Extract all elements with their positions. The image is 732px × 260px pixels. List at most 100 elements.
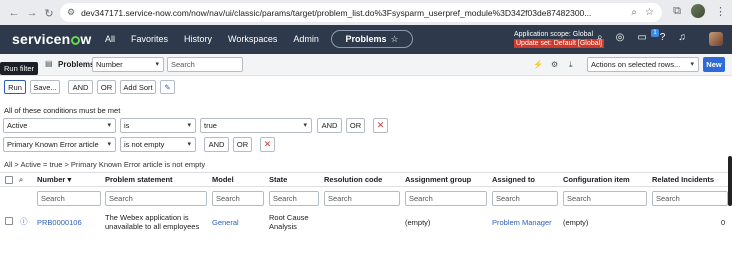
- column-problem-statement[interactable]: Problem statement: [105, 175, 173, 184]
- row-model-link[interactable]: General: [212, 218, 239, 227]
- menu-history[interactable]: History: [184, 34, 212, 44]
- list-chat-icon[interactable]: ▤: [45, 59, 53, 68]
- column-model[interactable]: Model: [212, 175, 234, 184]
- condition-1-or-button[interactable]: OR: [346, 118, 365, 133]
- add-sort-button[interactable]: Add Sort: [120, 80, 156, 94]
- pin-icon[interactable]: ✎: [160, 80, 175, 94]
- column-number[interactable]: Number ▾: [37, 175, 71, 184]
- run-button[interactable]: Run: [4, 80, 26, 94]
- search-state-input[interactable]: Search: [269, 191, 319, 206]
- condition-2-or-button[interactable]: OR: [233, 137, 252, 152]
- search-related-incidents-input[interactable]: Search: [652, 191, 728, 206]
- zoom-icon[interactable]: ⌕: [631, 7, 637, 18]
- and-button[interactable]: AND: [68, 80, 93, 94]
- page-scrollbar[interactable]: [728, 156, 732, 206]
- menu-workspaces[interactable]: Workspaces: [228, 34, 277, 44]
- chevron-down-icon: ▾: [690, 61, 694, 68]
- condition-1-operator[interactable]: is ▾: [120, 118, 196, 133]
- filter-funnel-icon[interactable]: ⚡: [533, 60, 543, 69]
- extensions-icon[interactable]: ⧉: [673, 5, 681, 18]
- menu-all[interactable]: All: [105, 34, 115, 44]
- menu-admin[interactable]: Admin: [293, 34, 319, 44]
- scope-line: Application scope: Global: [514, 31, 593, 38]
- search-field-select[interactable]: Number ▾: [92, 57, 164, 72]
- search-model-input[interactable]: Search: [212, 191, 264, 206]
- list-search-input[interactable]: Search: [167, 57, 243, 72]
- scope-info[interactable]: Application scope: Global Update set: De…: [514, 30, 604, 48]
- user-avatar[interactable]: [709, 32, 723, 46]
- condition-1-value-text: true: [204, 121, 217, 130]
- bell-icon[interactable]: ♫: [678, 32, 686, 43]
- save-button[interactable]: Save...: [30, 80, 60, 94]
- column-assignment-group[interactable]: Assignment group: [405, 175, 471, 184]
- column-resolution-code[interactable]: Resolution code: [324, 175, 382, 184]
- download-icon[interactable]: ⤓: [569, 60, 573, 70]
- or-button[interactable]: OR: [97, 80, 116, 94]
- address-bar[interactable]: ⚙ dev347171.service-now.com/now/nav/ui/c…: [60, 3, 662, 22]
- bookmark-star-icon[interactable]: ☆: [645, 7, 654, 18]
- search-icon[interactable]: ⌕: [597, 32, 603, 43]
- search-field-value: Number: [96, 60, 123, 69]
- header-icons: ⌕ ◎ ▭ ? ♫: [597, 32, 686, 43]
- select-all-checkbox[interactable]: [5, 176, 13, 184]
- row-info-icon[interactable]: ⓘ: [20, 217, 28, 226]
- search-assigned-to-input[interactable]: Search: [492, 191, 558, 206]
- search-resolution-input[interactable]: Search: [324, 191, 400, 206]
- search-number-input[interactable]: Search: [37, 191, 101, 206]
- condition-1-and-button[interactable]: AND: [317, 118, 342, 133]
- condition-1-remove-icon[interactable]: ✕: [373, 118, 388, 133]
- site-info-icon[interactable]: ⚙: [67, 7, 75, 18]
- notification-badge: 1: [651, 29, 659, 37]
- back-arrow-icon[interactable]: ←: [6, 5, 22, 21]
- list-title: Problems: [58, 60, 95, 69]
- actions-select[interactable]: Actions on selected rows... ▾: [587, 57, 699, 72]
- kebab-menu-icon[interactable]: ⋮: [715, 5, 726, 18]
- statement-line-1: The Webex application is: [105, 213, 189, 222]
- context-pill-label: Problems: [345, 34, 387, 44]
- help-icon[interactable]: ?: [660, 32, 666, 43]
- column-assigned-to[interactable]: Assigned to: [492, 175, 535, 184]
- reload-icon[interactable]: ↻: [41, 5, 57, 21]
- run-filter-tooltip: Run filter: [0, 62, 39, 75]
- condition-1-field[interactable]: Active ▾: [3, 118, 116, 133]
- star-icon[interactable]: ☆: [390, 34, 398, 45]
- row-assigned-to-link[interactable]: Problem Manager: [492, 218, 552, 227]
- globe-icon[interactable]: ◎: [616, 32, 625, 43]
- condition-2-and-button[interactable]: AND: [204, 137, 229, 152]
- chevron-down-icon: ▾: [303, 122, 307, 129]
- new-button[interactable]: New: [703, 57, 725, 72]
- column-configuration-item[interactable]: Configuration item: [563, 175, 630, 184]
- condition-1-value[interactable]: true ▾: [200, 118, 312, 133]
- column-related-incidents[interactable]: Related Incidents: [652, 175, 714, 184]
- row-number-link[interactable]: PRB0000106: [37, 218, 82, 227]
- column-number-label: Number: [37, 175, 66, 184]
- search-statement-input[interactable]: Search: [105, 191, 207, 206]
- column-state[interactable]: State: [269, 175, 287, 184]
- condition-2-operator-value: is not empty: [124, 140, 165, 149]
- browser-chrome: ← → ↻ ⚙ dev347171.service-now.com/now/na…: [0, 0, 732, 25]
- column-options-icon[interactable]: ⌕: [19, 175, 23, 185]
- filter-breadcrumb[interactable]: All > Active = true > Primary Known Erro…: [4, 160, 205, 169]
- condition-2-operator[interactable]: is not empty ▾: [120, 137, 196, 152]
- row-checkbox[interactable]: [5, 217, 13, 225]
- chevron-down-icon: ▾: [187, 141, 191, 148]
- condition-1-operator-value: is: [124, 121, 130, 130]
- search-assignment-group-input[interactable]: Search: [405, 191, 487, 206]
- actions-select-value: Actions on selected rows...: [591, 60, 681, 69]
- condition-2-remove-icon[interactable]: ✕: [260, 137, 275, 152]
- settings-gear-icon[interactable]: ⚙: [551, 60, 558, 69]
- profile-avatar[interactable]: [691, 4, 705, 18]
- sort-down-icon: ▾: [67, 175, 72, 184]
- forward-arrow-icon[interactable]: →: [24, 5, 40, 21]
- menu-favorites[interactable]: Favorites: [131, 34, 168, 44]
- chevron-down-icon: ▾: [107, 122, 111, 129]
- chat-icon[interactable]: ▭: [637, 32, 646, 43]
- servicenow-logo[interactable]: servicen w: [12, 31, 92, 47]
- search-ci-input[interactable]: Search: [563, 191, 647, 206]
- conditions-title: All of these conditions must be met: [4, 106, 121, 115]
- row-configuration-item: (empty): [563, 218, 589, 227]
- condition-2-field[interactable]: Primary Known Error article ▾: [3, 137, 116, 152]
- url-text[interactable]: dev347171.service-now.com/now/nav/ui/cla…: [81, 8, 601, 18]
- context-pill[interactable]: Problems ☆: [331, 30, 413, 48]
- chevron-down-icon: ▾: [155, 61, 159, 68]
